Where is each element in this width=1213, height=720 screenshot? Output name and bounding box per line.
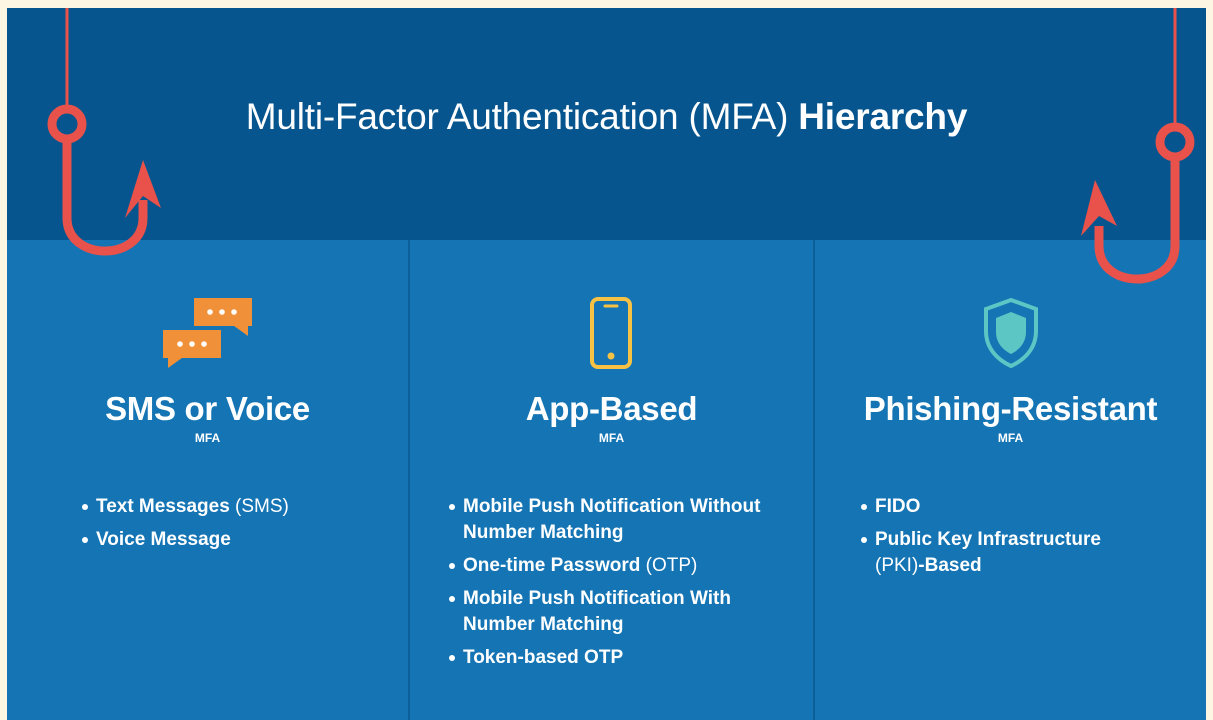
header-banner: Multi-Factor Authentication (MFA) Hierar… [7, 8, 1206, 240]
title-light: Multi-Factor Authentication (MFA) [245, 96, 799, 137]
bullet-list: Mobile Push Notification Without Number … [447, 494, 787, 678]
title-bold: Hierarchy [798, 96, 968, 137]
list-item: FIDO [859, 494, 1159, 520]
list-item: One-time Password (OTP) [447, 553, 787, 579]
mfa-hierarchy-infographic: Multi-Factor Authentication (MFA) Hierar… [7, 8, 1206, 720]
column-subtitle: MFA [997, 431, 1024, 445]
list-item: Token-based OTP [447, 645, 787, 671]
column-title: App-Based [525, 390, 698, 427]
bullet-list: FIDO Public Key Infrastructure (PKI)-Base… [859, 494, 1159, 586]
column-subtitle: MFA [598, 431, 625, 445]
column-app-based: App-Based MFA Mobile Push Notification W… [410, 240, 813, 720]
smartphone-icon [590, 297, 632, 369]
chat-bubbles-icon [163, 298, 252, 368]
page-title: Multi-Factor Authentication (MFA) Hierar… [7, 96, 1206, 138]
list-item: Text Messages (SMS) [80, 494, 400, 520]
column-title: Phishing-Resistant [863, 390, 1158, 427]
column-title: SMS or Voice [105, 390, 310, 427]
fishhook-right-icon [1081, 8, 1195, 284]
column-subtitle: MFA [194, 431, 221, 445]
fishhook-left-icon [47, 8, 161, 256]
column-phishing-resistant: Phishing-Resistant MFA FIDO Public Key I… [815, 240, 1206, 720]
list-item: Voice Message [80, 527, 400, 553]
shield-icon [984, 297, 1038, 369]
bullet-list: Text Messages (SMS) Voice Message [80, 494, 400, 560]
list-item: Mobile Push Notification With Number Mat… [447, 586, 787, 638]
column-sms-voice: SMS or Voice MFA Text Messages (SMS) Voi… [7, 240, 408, 720]
list-item: Mobile Push Notification Without Number … [447, 494, 787, 546]
list-item: Public Key Infrastructure (PKI)-Based [859, 527, 1159, 579]
